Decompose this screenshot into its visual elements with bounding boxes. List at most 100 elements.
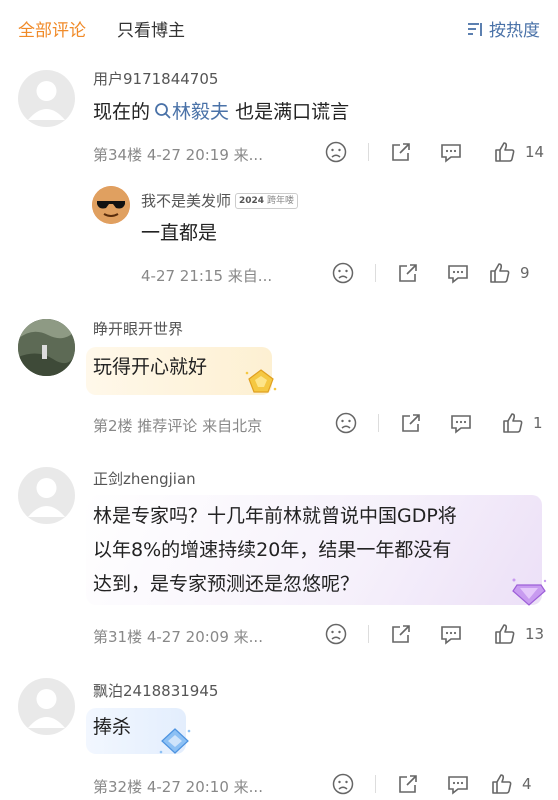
comment-item: 睁开眼开世界 玩得开心就好 第2楼 推荐评论 来自北京 1 <box>0 305 558 457</box>
comment-username[interactable]: 正剑zhengjian <box>93 468 196 489</box>
sunglasses-emoji-icon <box>92 186 130 224</box>
dislike-button[interactable] <box>324 622 348 646</box>
reply-meta: 4-27 21:15 来自... <box>141 267 273 285</box>
dislike-button[interactable] <box>324 140 348 164</box>
like-button[interactable]: 4 <box>490 772 532 796</box>
share-icon <box>402 414 420 432</box>
divider <box>368 143 369 161</box>
comment-icon <box>441 144 461 163</box>
tab-all-comments[interactable]: 全部评论 <box>18 16 86 41</box>
share-button[interactable] <box>396 261 420 285</box>
share-button[interactable] <box>399 411 423 435</box>
like-count: 4 <box>522 775 532 793</box>
comment-content: 捧杀 <box>93 716 132 738</box>
badge-year: 2024 <box>239 195 265 206</box>
comment-item: 正剑zhengjian 林是专家吗？十几年前林就曾说中国GDP将 以年8%的增速… <box>0 457 558 667</box>
share-icon <box>392 143 410 161</box>
like-button[interactable]: 1 <box>501 411 543 435</box>
reply-actions: 9 <box>331 261 530 285</box>
badge-text: 跨年喽 <box>266 195 294 206</box>
reply-username-row: 我不是美发师 2024 跨年喽 <box>141 190 298 211</box>
default-avatar-icon <box>28 81 65 120</box>
default-avatar-icon <box>28 689 65 728</box>
share-icon <box>399 264 417 282</box>
topic-link-text: 林毅夫 <box>172 101 230 123</box>
like-count: 14 <box>525 143 545 161</box>
comment-actions: 4 <box>331 772 532 796</box>
comment-icon <box>448 776 468 795</box>
share-icon <box>399 775 417 793</box>
comment-text-tail: 也是满口谎言 <box>229 101 350 123</box>
thumbs-up-icon <box>492 774 512 794</box>
like-count: 9 <box>520 264 530 282</box>
like-button[interactable]: 14 <box>493 140 544 164</box>
dislike-button[interactable] <box>331 261 355 285</box>
like-button[interactable]: 13 <box>493 622 544 646</box>
comment-icon <box>448 265 468 284</box>
frown-face-icon <box>335 412 357 434</box>
frown-face-icon <box>332 773 354 795</box>
comment-content: 现在的 林毅夫 也是满口谎言 <box>93 96 349 128</box>
tab-blogger-only[interactable]: 只看博主 <box>117 16 185 41</box>
comment-meta: 第32楼 4-27 20:10 来... <box>93 778 263 796</box>
sort-button[interactable]: 按热度 <box>467 16 540 41</box>
gold-gem-icon <box>244 367 278 399</box>
avatar[interactable] <box>18 678 75 735</box>
share-button[interactable] <box>389 622 413 646</box>
comment-content: 玩得开心就好 <box>93 356 208 378</box>
reply-button[interactable] <box>439 622 463 646</box>
sort-label: 按热度 <box>489 21 540 41</box>
divider <box>368 625 369 643</box>
comment-content-line-2: 以年8%的增速持续20年，结果一年都没有 <box>93 539 452 561</box>
reply-button[interactable] <box>449 411 473 435</box>
share-button[interactable] <box>396 772 420 796</box>
reply-button[interactable] <box>446 772 470 796</box>
dislike-button[interactable] <box>334 411 358 435</box>
purple-gem-icon <box>510 577 548 611</box>
avatar[interactable] <box>18 467 75 524</box>
comment-actions: 14 <box>324 140 544 164</box>
thumbs-up-icon <box>495 624 515 644</box>
thumbs-up-icon <box>490 263 510 283</box>
comment-item: 飘泊2418831945 捧杀 第32楼 4-27 20:10 来... 4 <box>0 668 558 800</box>
divider <box>375 264 376 282</box>
comment-meta: 第34楼 4-27 20:19 来... <box>93 146 263 164</box>
comment-tab-bar: 全部评论 只看博主 按热度 <box>0 0 558 54</box>
comment-actions: 1 <box>334 411 543 435</box>
avatar[interactable] <box>18 319 75 376</box>
frown-face-icon <box>332 262 354 284</box>
avatar[interactable] <box>18 70 75 127</box>
comment-item: 用户9171844705 现在的 林毅夫 也是满口谎言 第34楼 4-27 20:… <box>0 62 558 300</box>
divider <box>378 414 379 432</box>
frown-face-icon <box>325 623 347 645</box>
sort-icon <box>467 21 485 37</box>
comment-meta: 第2楼 推荐评论 来自北京 <box>93 417 263 435</box>
share-button[interactable] <box>389 140 413 164</box>
comment-username[interactable]: 用户9171844705 <box>93 68 218 89</box>
comment-content-line-3: 达到，是专家预测还是忽悠呢？ <box>93 573 360 595</box>
reply-button[interactable] <box>446 261 470 285</box>
thumbs-up-icon <box>503 413 523 433</box>
topic-link[interactable]: 林毅夫 <box>150 101 229 123</box>
default-avatar-icon <box>28 478 65 517</box>
comment-username[interactable]: 飘泊2418831945 <box>93 680 218 701</box>
reply-username[interactable]: 我不是美发师 <box>141 190 231 211</box>
share-icon <box>392 625 410 643</box>
like-count: 1 <box>533 414 543 432</box>
comment-icon <box>441 626 461 645</box>
dislike-button[interactable] <box>331 772 355 796</box>
like-count: 13 <box>525 625 545 643</box>
blue-gem-icon <box>158 726 192 760</box>
comment-actions: 13 <box>324 622 544 646</box>
new-year-badge: 2024 跨年喽 <box>235 192 298 209</box>
thumbs-up-icon <box>495 142 515 162</box>
comment-text: 现在的 <box>93 101 151 123</box>
like-button[interactable]: 9 <box>488 261 530 285</box>
reply-avatar[interactable] <box>92 186 130 224</box>
frown-face-icon <box>325 141 347 163</box>
comment-username[interactable]: 睁开眼开世界 <box>93 318 183 339</box>
comment-content-line-1: 林是专家吗？十几年前林就曾说中国GDP将 <box>93 505 457 527</box>
comment-meta: 第31楼 4-27 20:09 来... <box>93 628 263 646</box>
reply-button[interactable] <box>439 140 463 164</box>
landscape-photo-icon <box>18 319 75 376</box>
